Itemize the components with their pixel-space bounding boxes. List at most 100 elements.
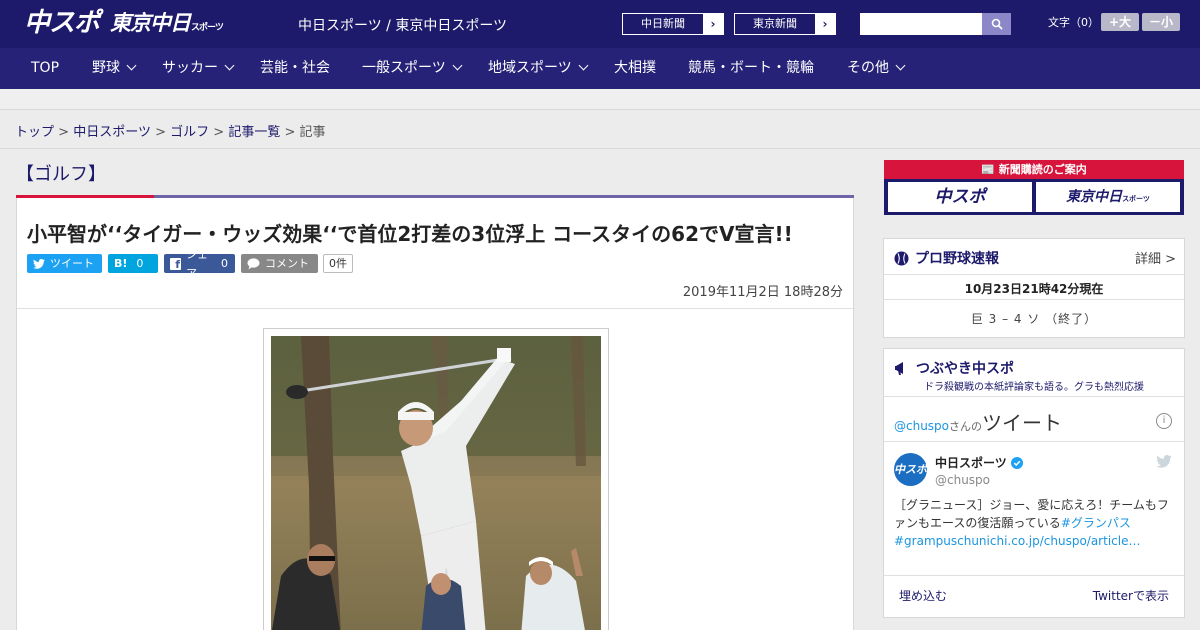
subscribe-tokyo-sub: スポーツ <box>1122 195 1150 203</box>
nav-item-sumo[interactable]: 大相撲 <box>614 48 656 89</box>
twitter-bird-icon <box>33 258 45 269</box>
facebook-icon: f <box>170 257 181 271</box>
widget-divider <box>884 575 1184 576</box>
nav-item-label: 野球 <box>92 60 120 76</box>
nav-item-general-sports[interactable]: 一般スポーツ <box>362 48 463 89</box>
subscribe-tokyo-chunichi[interactable]: 東京中日スポーツ <box>1036 182 1180 212</box>
chevron-right-icon: › <box>815 14 835 34</box>
baseball-score-widget: プロ野球速報 詳細 > 10月23日21時42分現在 巨 3 – 4 ソ （終了… <box>883 238 1185 338</box>
hatena-icon: B! <box>114 257 128 270</box>
tweet-user-name[interactable]: 中日スポーツ <box>935 454 1023 471</box>
twitter-widget-subtitle: ドラ殺観戦の本紙評論家も語る。グラも熱烈応援 <box>924 382 1144 393</box>
baseball-widget-title: プロ野球速報 <box>894 248 999 268</box>
breadcrumb: トップ > 中日スポーツ > ゴルフ > 記事一覧 > 記事 <box>15 121 326 140</box>
speech-bubble-icon <box>247 257 260 269</box>
chevron-down-icon <box>895 60 906 71</box>
tweet-link[interactable]: #grampuschunichi.co.jp/chuspo/article… <box>894 534 1140 548</box>
subscribe-title: 📰 新聞購読のご案内 <box>884 160 1184 179</box>
facebook-share-button[interactable]: f シェア 0 <box>164 248 235 280</box>
breadcrumb-divider <box>0 148 1200 149</box>
subscribe-chuspo[interactable]: 中スポ <box>888 182 1032 212</box>
chuspo-logo[interactable]: 中スポ <box>24 8 100 38</box>
nav-item-racing[interactable]: 競馬・ボート・競輪 <box>688 48 814 89</box>
nav-item-other[interactable]: その他 <box>847 48 906 89</box>
nav-item-label: 競馬・ボート・競輪 <box>688 60 814 76</box>
nav-item-label: TOP <box>31 60 60 76</box>
comment-button[interactable]: コメント <box>241 254 318 273</box>
breadcrumb-separator: > <box>58 125 70 140</box>
publish-date: 2019年11月2日 18時28分 <box>682 285 843 300</box>
baseball-game-score[interactable]: 巨 3 – 4 ソ （終了） <box>884 310 1184 327</box>
nav-item-soccer[interactable]: サッカー <box>162 48 235 89</box>
chunichi-shimbun-label: 中日新聞 <box>641 17 685 30</box>
article-photo[interactable] <box>271 336 601 630</box>
comment-label: コメント <box>265 257 309 270</box>
breadcrumb-current: 記事 <box>299 125 326 140</box>
breadcrumb-top[interactable]: トップ <box>15 125 54 140</box>
tweet-text: ［グラニュース］ジョー、愛に応えろ！チームもファンもエースの復活願っている#グラ… <box>894 496 1176 550</box>
breadcrumb-separator: > <box>155 125 166 140</box>
twitter-handle-suffix: さんの <box>949 420 983 433</box>
subscribe-title-text: 新聞購読のご案内 <box>998 163 1087 176</box>
article-headline: 小平智が‘‘タイガー・ウッズ効果‘‘で首位2打差の3位浮上 コースタイの62でV… <box>27 222 793 246</box>
baseball-detail-link[interactable]: 詳細 > <box>1135 248 1176 267</box>
subscribe-banner[interactable]: 📰 新聞購読のご案内 中スポ 東京中日スポーツ <box>884 160 1184 215</box>
tokyo-shimbun-link[interactable]: 東京新聞 › <box>734 13 836 35</box>
nav-item-label: その他 <box>847 60 889 76</box>
breadcrumb-golf[interactable]: ゴルフ <box>170 125 209 140</box>
chevron-down-icon <box>126 60 137 71</box>
embed-link[interactable]: 埋め込む <box>899 587 947 604</box>
subscribe-tokyo-text: 東京中日 <box>1066 189 1123 205</box>
hatena-bookmark-button[interactable]: B! 0 <box>108 254 158 273</box>
nav-item-label: 大相撲 <box>614 60 656 76</box>
search-button[interactable] <box>982 13 1011 35</box>
tokyo-chunichi-logo-sub: スポーツ <box>191 23 224 33</box>
golfer-photo <box>271 336 601 630</box>
baseball-updated-time: 10月23日21時42分現在 <box>964 282 1104 296</box>
twitter-bird-icon[interactable] <box>1156 455 1172 468</box>
avatar[interactable]: 中スポ <box>894 453 927 486</box>
baseball-widget-title-text: プロ野球速報 <box>915 251 999 267</box>
tweet-user-handle[interactable]: @chuspo <box>935 473 990 487</box>
nav-item-entertainment[interactable]: 芸能・社会 <box>260 48 330 89</box>
nav-item-top[interactable]: TOP <box>31 48 59 89</box>
nav-item-label: 芸能・社会 <box>260 60 330 76</box>
info-icon[interactable]: i <box>1156 413 1172 429</box>
twitter-widget: つぶやき中スポ ドラ殺観戦の本紙評論家も語る。グラも熱烈応援 @chuspoさん… <box>883 348 1185 618</box>
search-icon <box>991 18 1003 30</box>
tweet-timeline-heading: ツイート <box>982 411 1063 435</box>
megaphone-icon <box>895 362 903 375</box>
breadcrumb-article-list[interactable]: 記事一覧 <box>228 125 280 140</box>
tokyo-chunichi-logo-text: 東京中日 <box>110 11 191 35</box>
article-photo-frame <box>263 328 609 630</box>
tweet-button[interactable]: ツイート <box>27 254 102 273</box>
article-divider <box>17 308 855 309</box>
font-size-label: 文字（0） <box>1048 16 1099 29</box>
twitter-handle-link[interactable]: @chuspo <box>894 419 949 433</box>
verified-badge-icon <box>1010 456 1023 469</box>
widget-divider <box>884 441 1184 442</box>
font-bigger-button[interactable]: +大 <box>1101 13 1139 31</box>
tokyo-chunichi-logo[interactable]: 東京中日スポーツ <box>110 8 224 38</box>
tweet-timeline-header: @chuspoさんのツイート <box>894 407 1062 436</box>
site-name[interactable]: 中日スポーツ / 東京中日スポーツ <box>298 15 507 35</box>
search-input[interactable] <box>860 13 982 35</box>
tweet-label: ツイート <box>50 257 94 270</box>
nav-item-baseball[interactable]: 野球 <box>92 48 137 89</box>
top-header: 中スポ 東京中日スポーツ 中日スポーツ / 東京中日スポーツ 中日新聞 › 東京… <box>0 0 1200 48</box>
facebook-share-count: 0 <box>221 257 228 270</box>
breadcrumb-chuspo[interactable]: 中日スポーツ <box>73 125 151 140</box>
tweet-hashtag[interactable]: #グランパス <box>1061 516 1131 530</box>
article-category: 【ゴルフ】 <box>16 164 106 185</box>
header-gap <box>0 89 1200 110</box>
view-on-twitter-link[interactable]: Twitterで表示 <box>1093 587 1169 604</box>
article-card: 小平智が‘‘タイガー・ウッズ効果‘‘で首位2打差の3位浮上 コースタイの62でV… <box>16 198 855 630</box>
nav-item-label: 地域スポーツ <box>488 60 572 76</box>
font-smaller-button[interactable]: －小 <box>1142 13 1180 31</box>
twitter-widget-title: つぶやき中スポ <box>894 358 1014 378</box>
tweet-user-name-text: 中日スポーツ <box>935 456 1007 470</box>
chunichi-shimbun-link[interactable]: 中日新聞 › <box>622 13 724 35</box>
newspaper-icon: 📰 <box>981 163 995 176</box>
tokyo-shimbun-label: 東京新聞 <box>753 17 797 30</box>
nav-item-local-sports[interactable]: 地域スポーツ <box>488 48 589 89</box>
